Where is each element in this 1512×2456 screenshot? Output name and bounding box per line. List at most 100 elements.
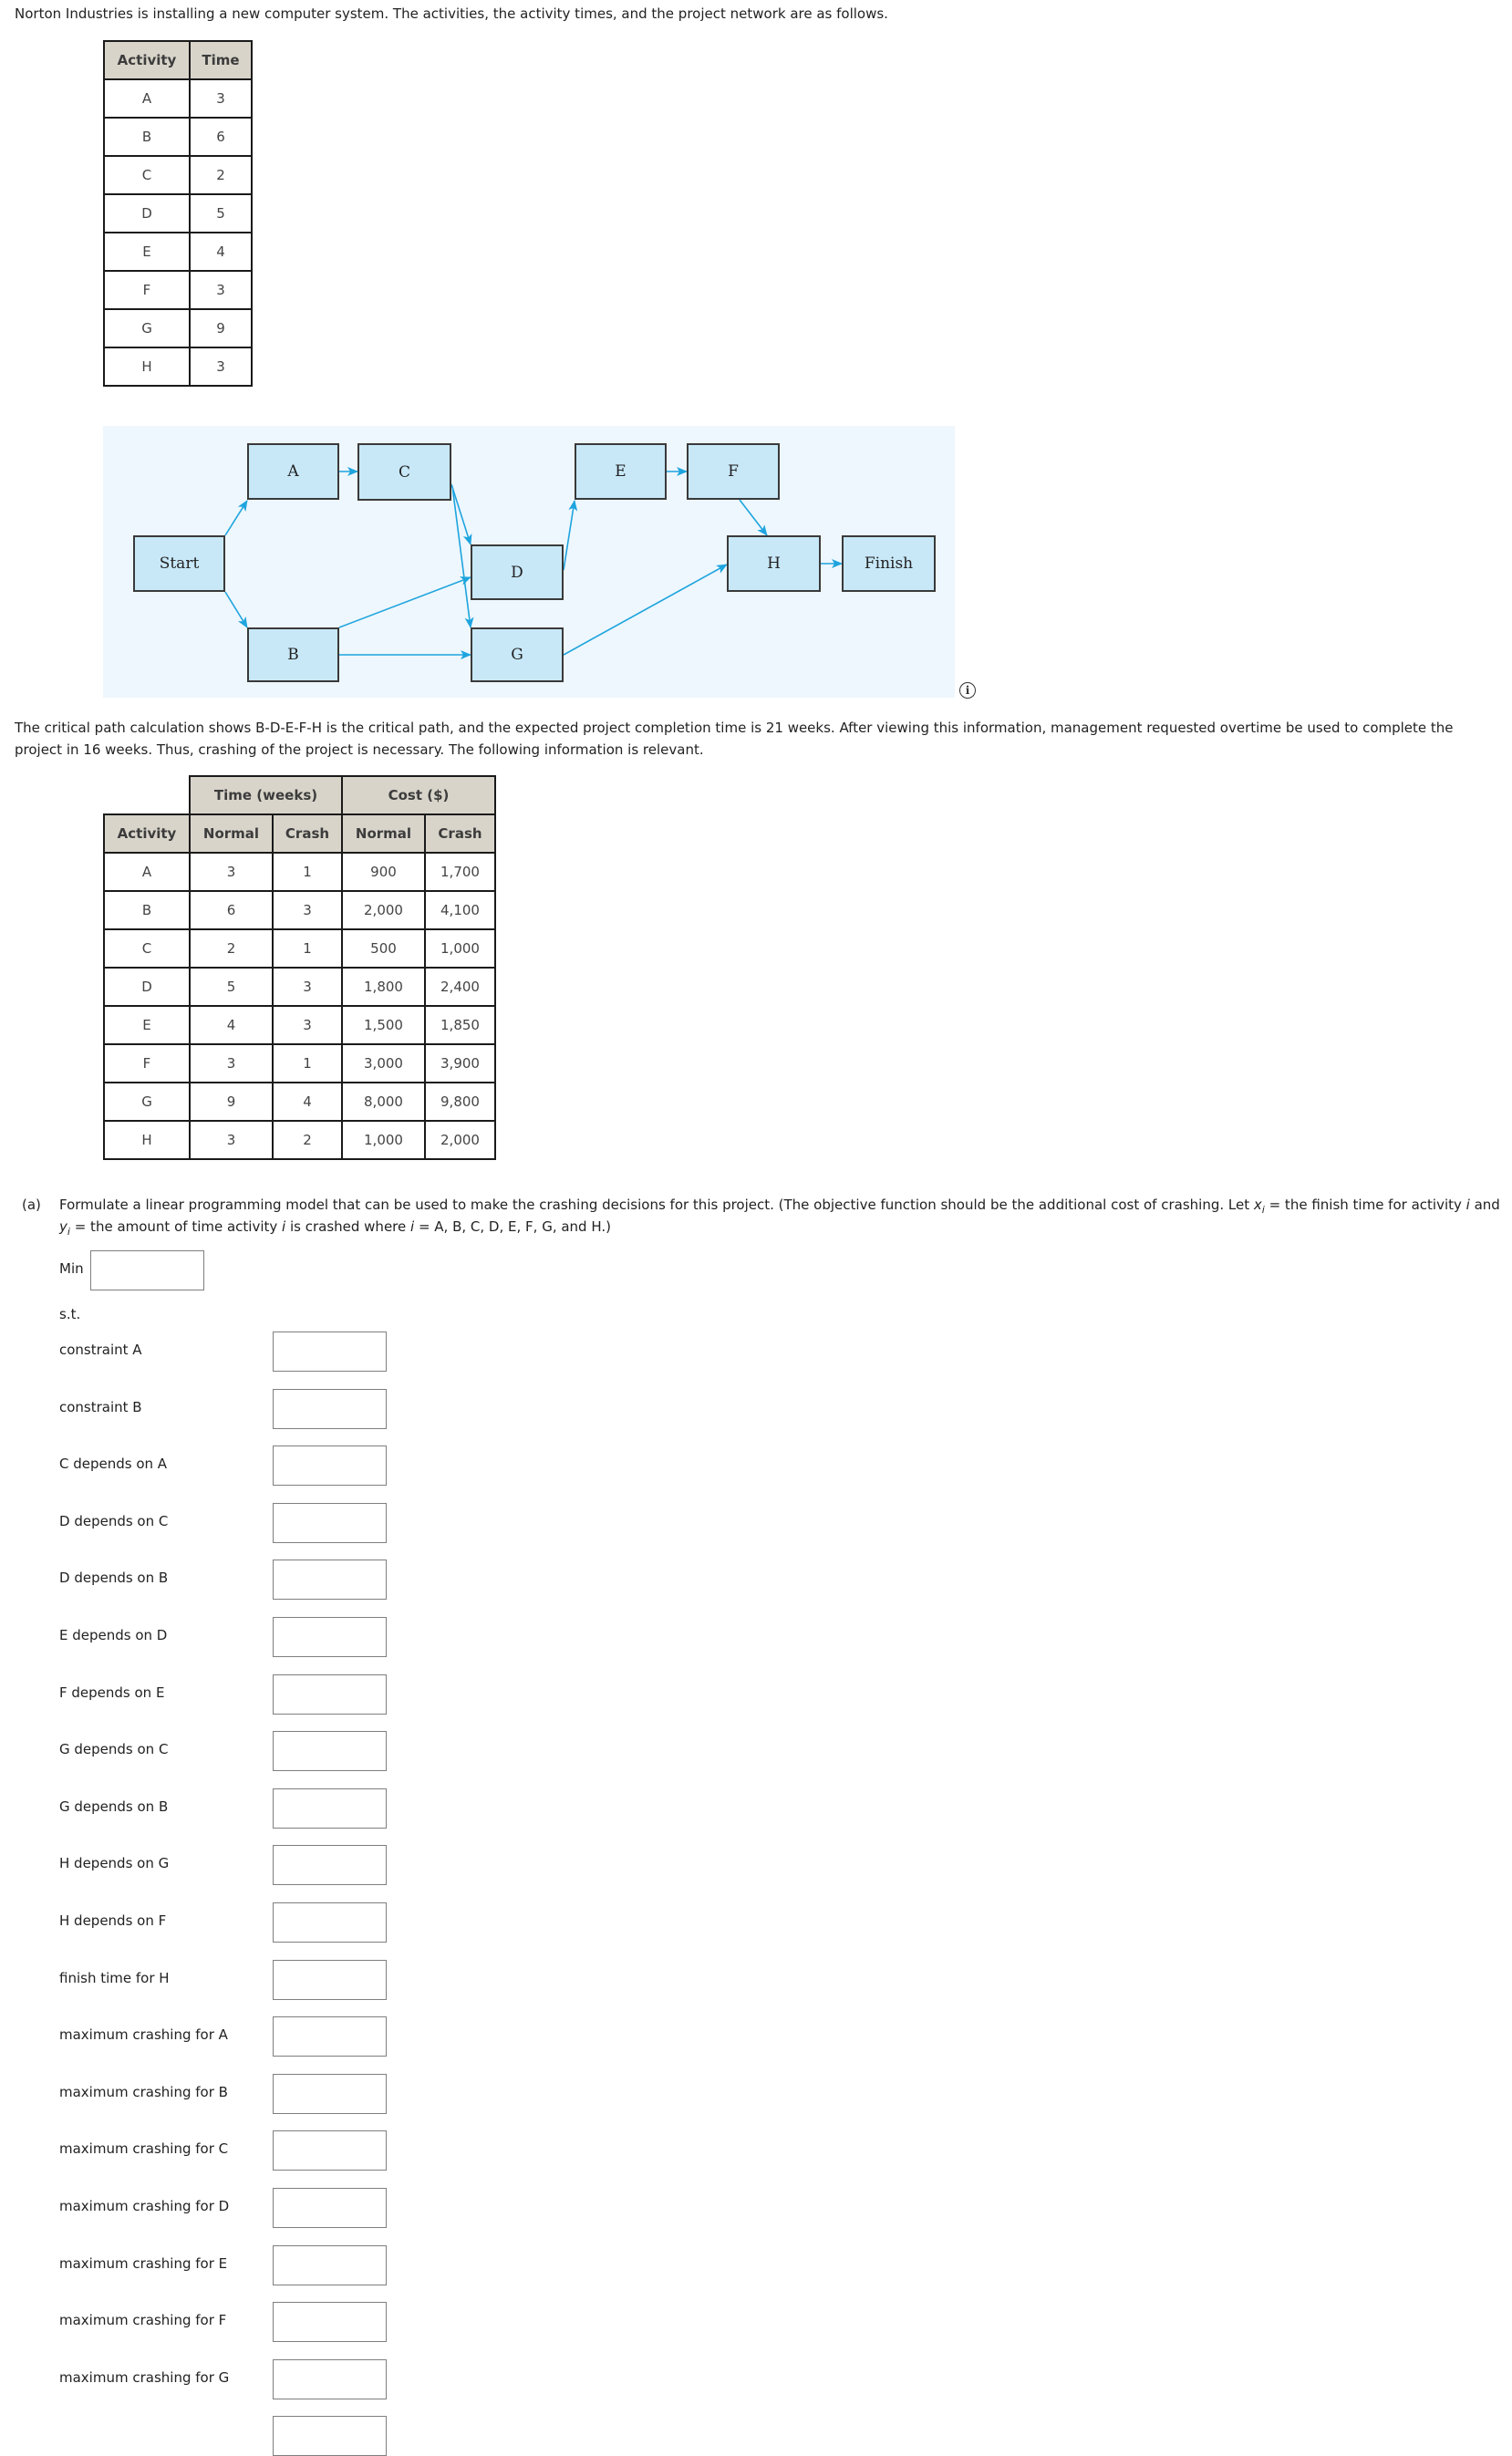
constraint-input[interactable] (273, 2358, 387, 2399)
constraint-label: C depends on A (59, 1456, 168, 1473)
constraint-input[interactable] (273, 2416, 387, 2456)
cell-cost-normal: 1,000 (341, 1120, 426, 1160)
constraint-label: finish time for H (59, 1969, 170, 1986)
question-label: (a) (22, 1197, 41, 1213)
arrow-f-h (739, 499, 768, 536)
cell-cost-normal: 3,000 (341, 1043, 426, 1083)
constraint-input[interactable] (273, 1788, 387, 1829)
cell-time-normal: 5 (189, 967, 274, 1007)
cell-time: 6 (189, 117, 253, 157)
constraint-input[interactable] (273, 1560, 387, 1601)
constraint-row: maximum crashing for D (0, 2188, 456, 2228)
constraint-row: maximum crashing for G (0, 2358, 456, 2399)
constraint-input[interactable] (273, 1332, 387, 1372)
table-row: E 4 3 1,500 1,850 (103, 1005, 496, 1045)
arrow-start-a (224, 500, 248, 536)
header-blank (104, 776, 190, 815)
constraint-label: H depends on F (59, 1912, 167, 1929)
constraint-label: D depends on B (59, 1570, 169, 1587)
node-finish: Finish (842, 535, 936, 592)
info-icon[interactable]: i (959, 682, 976, 699)
cell-cost-normal: 8,000 (341, 1082, 426, 1122)
cell-time: 2 (189, 155, 253, 195)
constraint-input[interactable] (273, 1388, 387, 1429)
table-row: G9 (103, 308, 253, 348)
constraint-row: maximum crashing for A (0, 2016, 456, 2057)
table-header-row: Activity Normal Crash Normal Crash (103, 813, 496, 854)
cell-time-normal: 9 (189, 1082, 274, 1122)
cell-cost-crash: 2,000 (424, 1120, 496, 1160)
constraint-row: D depends on B (0, 1560, 456, 1601)
arrow-start-b (224, 591, 248, 628)
constraint-label: maximum crashing for F (59, 2312, 227, 2329)
constraint-row: maximum crashing for F (0, 2302, 456, 2343)
critical-path-text: The critical path calculation shows B-D-… (15, 720, 1454, 758)
constraint-label: maximum crashing for C (59, 2140, 229, 2158)
constraint-input[interactable] (273, 1617, 387, 1657)
header-time-weeks: Time (weeks) (189, 775, 343, 815)
st-label: s.t. (59, 1306, 81, 1322)
constraint-input[interactable] (273, 1502, 387, 1543)
constraint-input[interactable] (273, 2016, 387, 2057)
table-row: E4 (103, 232, 253, 272)
constraint-input[interactable] (273, 2244, 387, 2285)
question-text-part: Formulate a linear programming model tha… (59, 1197, 1254, 1213)
header-cost-crash: Crash (424, 813, 496, 854)
cell-activity: G (103, 1082, 191, 1122)
constraint-label: maximum crashing for B (59, 2083, 228, 2100)
constraint-input[interactable] (273, 1674, 387, 1715)
cell-activity: E (103, 232, 191, 272)
constraint-input[interactable] (273, 1731, 387, 1772)
question-text-part: = A, B, C, D, E, F, G, and H.) (414, 1218, 611, 1235)
cell-time-normal: 3 (189, 1120, 274, 1160)
constraint-label: E depends on D (59, 1627, 168, 1643)
table-row: F3 (103, 270, 253, 310)
constraint-label: H depends on G (59, 1855, 170, 1872)
cell-time: 9 (189, 308, 253, 348)
cell-time-crash: 3 (272, 1005, 343, 1045)
constraint-label: G depends on B (59, 1798, 169, 1815)
constraint-input[interactable] (273, 1845, 387, 1886)
constraint-label: F depends on E (59, 1684, 165, 1701)
cell-activity: A (103, 78, 191, 119)
project-network-diagram: Start A C D B G E F H Finish (103, 426, 955, 698)
question-text-part: = the amount of time activity (69, 1218, 283, 1235)
cell-time: 3 (189, 347, 253, 387)
cell-cost-normal: 2,000 (341, 890, 426, 930)
objective-input[interactable] (90, 1250, 204, 1290)
constraint-row: C depends on A (0, 1446, 456, 1487)
constraint-row: constraint B (0, 1388, 456, 1429)
cell-activity: A (103, 852, 191, 892)
table-row: A 3 1 900 1,700 (103, 852, 496, 892)
var-y: y (59, 1218, 67, 1235)
cell-time-normal: 2 (189, 928, 274, 969)
constraint-label: maximum crashing for G (59, 2368, 230, 2386)
activity-time-table: Activity Time A3B6C2D5E4F3G9H3 (103, 40, 253, 387)
constraint-input[interactable] (273, 2302, 387, 2343)
var-x: x (1253, 1197, 1262, 1213)
constraint-input[interactable] (273, 1959, 387, 2000)
cell-time-crash: 2 (272, 1120, 343, 1160)
cell-cost-normal: 500 (341, 928, 426, 969)
constraint-label: constraint B (59, 1398, 142, 1415)
question-text: Formulate a linear programming model tha… (59, 1194, 1505, 1238)
node-g: G (471, 627, 564, 682)
constraint-row: maximum crashing for E (0, 2244, 456, 2285)
header-time-crash: Crash (272, 813, 343, 854)
table-row: B 6 3 2,000 4,100 (103, 890, 496, 930)
cell-activity: F (103, 1043, 191, 1083)
constraint-row: maximum crashing for B (0, 2073, 456, 2114)
constraint-input[interactable] (273, 1902, 387, 1943)
cell-cost-crash: 9,800 (424, 1082, 496, 1122)
cell-time-crash: 4 (272, 1082, 343, 1122)
constraint-input[interactable] (273, 2130, 387, 2171)
arrow-d-e (563, 500, 578, 571)
constraint-input[interactable] (273, 1446, 387, 1487)
cell-cost-crash: 3,900 (424, 1043, 496, 1083)
constraint-input[interactable] (273, 2188, 387, 2228)
question-text-part: and (1469, 1197, 1500, 1213)
node-c: C (357, 443, 451, 501)
constraint-input[interactable] (273, 2073, 387, 2114)
table-row: F 3 1 3,000 3,900 (103, 1043, 496, 1083)
arrow-c-d (450, 483, 472, 545)
